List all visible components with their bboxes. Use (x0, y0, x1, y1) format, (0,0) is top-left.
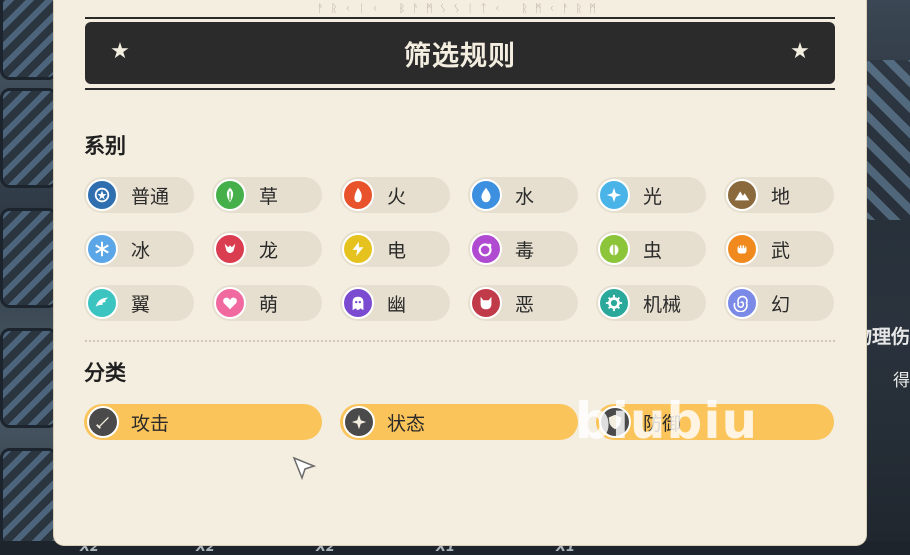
category-chip-status[interactable]: 状态 (340, 404, 578, 440)
page-title: 筛选规则 (404, 40, 516, 72)
type-chip[interactable]: 萌 (212, 285, 322, 321)
type-label: 龙 (259, 239, 279, 262)
type-chip[interactable]: 翼 (84, 285, 194, 321)
type-label: 冰 (131, 239, 151, 262)
type-chip[interactable]: 幻 (724, 285, 834, 321)
cursor-icon (292, 456, 317, 481)
dragon-icon (214, 233, 246, 265)
type-chip[interactable]: 恶 (468, 285, 578, 321)
section-divider (85, 340, 835, 342)
snowflake-icon (86, 233, 118, 265)
type-chip[interactable]: 草 (212, 177, 322, 213)
divider-under-title (85, 88, 835, 90)
type-chip[interactable]: 龙 (212, 231, 322, 267)
leaf-icon (214, 179, 246, 211)
background-creature-art (864, 60, 910, 220)
background-right-panel (864, 0, 910, 555)
title-bar: ★ 筛选规则 ★ (85, 22, 835, 84)
swirl-icon (726, 287, 758, 319)
type-label: 地 (771, 185, 791, 208)
type-label: 普通 (131, 185, 170, 208)
type-label: 恶 (515, 293, 535, 316)
background-skill-text-2: 得 (893, 371, 910, 391)
category-label: 攻击 (131, 412, 170, 435)
type-label: 火 (387, 185, 407, 208)
ghost-icon (342, 287, 374, 319)
type-label: 武 (771, 239, 791, 262)
fist-icon (726, 233, 758, 265)
poison-icon (470, 233, 502, 265)
type-chip[interactable]: 光 (596, 177, 706, 213)
type-label: 机械 (643, 293, 682, 316)
mountain-icon (726, 179, 758, 211)
demon-icon (470, 287, 502, 319)
type-chip[interactable]: 机械 (596, 285, 706, 321)
background-card (0, 0, 58, 80)
type-label: 幻 (771, 293, 791, 316)
sparkle-icon (343, 406, 375, 438)
heart-icon (214, 287, 246, 319)
lightning-icon (342, 233, 374, 265)
sparkle-icon (598, 179, 630, 211)
type-chip[interactable]: 冰 (84, 231, 194, 267)
star-icon: ★ (110, 39, 130, 64)
background-left-cards (0, 0, 60, 555)
background-card (0, 448, 58, 548)
category-chip-attack[interactable]: 攻击 (84, 404, 322, 440)
background-card (0, 88, 58, 188)
water-drop-icon (470, 179, 502, 211)
category-label: 状态 (387, 412, 426, 435)
type-label: 水 (515, 185, 535, 208)
wing-icon (86, 287, 118, 319)
watermark: biubiu (575, 392, 759, 450)
type-chip[interactable]: 火 (340, 177, 450, 213)
type-label: 光 (643, 185, 663, 208)
type-label: 虫 (643, 239, 663, 262)
type-chip[interactable]: 幽 (340, 285, 450, 321)
type-chip[interactable]: 普通 (84, 177, 194, 213)
type-label: 毒 (515, 239, 535, 262)
type-label: 电 (387, 239, 407, 262)
filter-panel: ᚨᚱᚲᛁᚲ ᛒᚨᛗᛊᛊᛁᛏᚲ ᚱᛗᚲᚨᚱᛗ ★ 筛选规则 ★ 系别 普通 草 火 水 光… (54, 0, 866, 545)
type-label: 翼 (131, 293, 151, 316)
gear-icon (598, 287, 630, 319)
bug-icon (598, 233, 630, 265)
type-chip[interactable]: 水 (468, 177, 578, 213)
sword-icon (87, 406, 119, 438)
type-label: 萌 (259, 293, 279, 316)
type-chip[interactable]: 地 (724, 177, 834, 213)
type-label: 草 (259, 185, 279, 208)
star-circle-icon (86, 179, 118, 211)
flame-icon (342, 179, 374, 211)
background-card (0, 208, 58, 308)
type-chip[interactable]: 毒 (468, 231, 578, 267)
divider-top (85, 17, 835, 19)
background-card (0, 328, 58, 428)
rune-decoration: ᚨᚱᚲᛁᚲ ᛒᚨᛗᛊᛊᛁᛏᚲ ᚱᛗᚲᚨᚱᛗ (317, 2, 603, 15)
type-chip[interactable]: 虫 (596, 231, 706, 267)
type-chip[interactable]: 武 (724, 231, 834, 267)
star-icon: ★ (790, 39, 810, 64)
section-label-type: 系别 (84, 134, 126, 158)
type-chip[interactable]: 电 (340, 231, 450, 267)
section-label-category: 分类 (84, 361, 126, 385)
type-label: 幽 (387, 293, 407, 316)
